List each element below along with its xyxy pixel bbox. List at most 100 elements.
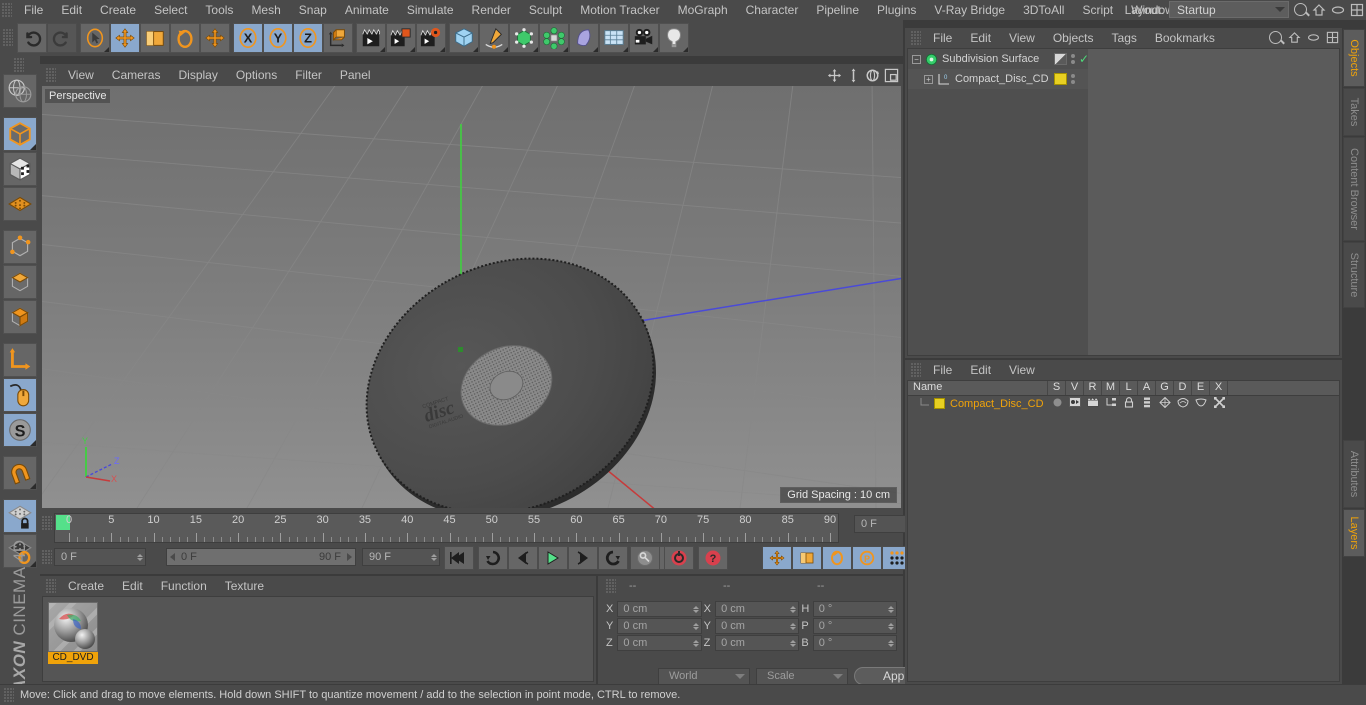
rotation-h-field[interactable]: 0 ° (812, 601, 897, 617)
vertical-tab-layers[interactable]: Layers (1343, 509, 1365, 557)
viewport-3d[interactable]: COMPACT disc DIGITAL AUDIO Perspective G… (42, 86, 901, 508)
manager-icon[interactable] (1102, 397, 1120, 410)
layer-menu-view[interactable]: View (1000, 360, 1044, 380)
column-header-l[interactable]: L (1120, 381, 1138, 395)
column-header-r[interactable]: R (1084, 381, 1102, 395)
lock-y-axis-button[interactable]: Y (263, 23, 293, 53)
table-row[interactable]: Compact_Disc_CD (908, 396, 1339, 411)
menubar-gripper[interactable] (2, 3, 12, 17)
expression-icon[interactable] (1192, 398, 1210, 410)
material-menu-create[interactable]: Create (59, 576, 113, 596)
live-selection-tool[interactable] (80, 23, 110, 53)
play-reverse-loop-button[interactable] (478, 546, 508, 570)
toolbar-gripper[interactable] (3, 29, 13, 47)
model-mode-button[interactable] (3, 117, 37, 151)
add-cube-button[interactable] (449, 23, 479, 53)
range-right-icon[interactable] (345, 553, 353, 561)
lock-icon[interactable] (1120, 396, 1138, 411)
material-gripper[interactable] (46, 579, 56, 593)
vertical-tab-attributes[interactable]: Attributes (1343, 440, 1365, 508)
menu-simulate[interactable]: Simulate (398, 0, 463, 20)
maximize-icon[interactable] (884, 68, 899, 83)
object-name[interactable]: Subdivision Surface (942, 53, 1039, 65)
column-header-e[interactable]: E (1192, 381, 1210, 395)
material-tag-icon[interactable] (1054, 73, 1067, 85)
undo-button[interactable] (17, 23, 47, 53)
position-y-field[interactable]: 0 cm (617, 618, 702, 634)
display-tag-icon[interactable] (1054, 53, 1067, 65)
stepper-arrows[interactable] (790, 639, 797, 647)
add-floor-button[interactable] (599, 23, 629, 53)
material-menu-function[interactable]: Function (152, 576, 216, 596)
position-z-field[interactable]: 0 cm (617, 635, 702, 651)
expander-toggle[interactable]: − (912, 54, 921, 64)
vertical-tab-content-browser[interactable]: Content Browser (1343, 137, 1365, 241)
polygons-mode-button[interactable] (3, 300, 37, 334)
add-deformer-button[interactable] (539, 23, 569, 53)
coordinates-gripper[interactable] (606, 579, 616, 593)
layer-table[interactable]: Name S V R M L A G D E X Compact_Disc_CD (907, 380, 1340, 682)
vertical-tab-structure[interactable]: Structure (1343, 242, 1365, 308)
left-toolbar-gripper[interactable] (14, 58, 24, 72)
vertical-tab-takes[interactable]: Takes (1343, 88, 1365, 136)
home-icon[interactable] (1312, 3, 1326, 17)
stepper-arrows[interactable] (790, 622, 797, 630)
layer-menu-edit[interactable]: Edit (961, 360, 1000, 380)
go-to-start-button[interactable] (444, 546, 474, 570)
material-name[interactable]: CD_DVD (48, 652, 98, 664)
ellipse-icon[interactable] (1307, 33, 1320, 42)
add-spline-button[interactable] (479, 23, 509, 53)
make-editable-button[interactable] (3, 74, 37, 108)
keyframe-selection-button[interactable]: ? (698, 546, 728, 570)
add-camera-button[interactable] (629, 23, 659, 53)
viewport-menu-options[interactable]: Options (227, 65, 286, 85)
menu-mesh[interactable]: Mesh (242, 0, 289, 20)
rotate-tool[interactable] (170, 23, 200, 53)
next-frame-button[interactable] (568, 546, 598, 570)
viewport-menu-panel[interactable]: Panel (331, 65, 380, 85)
object-menu-objects[interactable]: Objects (1044, 28, 1103, 48)
autokeying-button[interactable] (664, 546, 694, 570)
rotation-key-button[interactable] (822, 546, 852, 570)
move-tool[interactable] (110, 23, 140, 53)
menu-edit[interactable]: Edit (52, 0, 91, 20)
object-row[interactable]: − Subdivision Surface ✓ (908, 49, 1089, 69)
orbit-icon[interactable] (865, 68, 880, 83)
viewport-menu-view[interactable]: View (59, 65, 103, 85)
render-view-button[interactable] (356, 23, 386, 53)
render-settings-button[interactable] (416, 23, 446, 53)
range-left-icon[interactable] (169, 553, 177, 561)
size-z-field[interactable]: 0 cm (715, 635, 800, 651)
object-menu-bookmarks[interactable]: Bookmarks (1146, 28, 1224, 48)
viewport-menu-filter[interactable]: Filter (286, 65, 331, 85)
generators-icon[interactable] (1156, 396, 1174, 411)
layer-menu-file[interactable]: File (924, 360, 961, 380)
stepper-arrows[interactable] (692, 622, 699, 630)
panel-icon[interactable] (1326, 31, 1339, 44)
size-y-field[interactable]: 0 cm (715, 618, 800, 634)
size-x-field[interactable]: 0 cm (715, 601, 800, 617)
stepper-arrows[interactable] (887, 622, 894, 630)
search-icon[interactable] (1269, 31, 1282, 44)
viewport-gripper[interactable] (46, 68, 56, 82)
add-generator-button[interactable] (509, 23, 539, 53)
render-to-picture-viewer-button[interactable] (386, 23, 416, 53)
menu-file[interactable]: File (15, 0, 52, 20)
column-header-d[interactable]: D (1174, 381, 1192, 395)
record-active-objects-button[interactable] (630, 546, 660, 570)
parameter-key-button[interactable]: P (852, 546, 882, 570)
object-menu-tags[interactable]: Tags (1103, 28, 1146, 48)
material-item[interactable]: CD_DVD (48, 602, 98, 664)
view-icon[interactable] (1066, 397, 1084, 410)
menu-render[interactable]: Render (463, 0, 520, 20)
timeline-gripper[interactable] (42, 516, 52, 530)
object-menu-file[interactable]: File (924, 28, 961, 48)
stepper-arrows[interactable] (431, 553, 437, 561)
texture-mode-button[interactable] (3, 152, 37, 186)
menu-select[interactable]: Select (145, 0, 196, 20)
menu-sculpt[interactable]: Sculpt (520, 0, 571, 20)
world-object-coordinates-button[interactable] (323, 23, 353, 53)
menu-script[interactable]: Script (1073, 0, 1122, 20)
menu-v-ray-bridge[interactable]: V-Ray Bridge (925, 0, 1014, 20)
search-icon[interactable] (1294, 3, 1307, 16)
